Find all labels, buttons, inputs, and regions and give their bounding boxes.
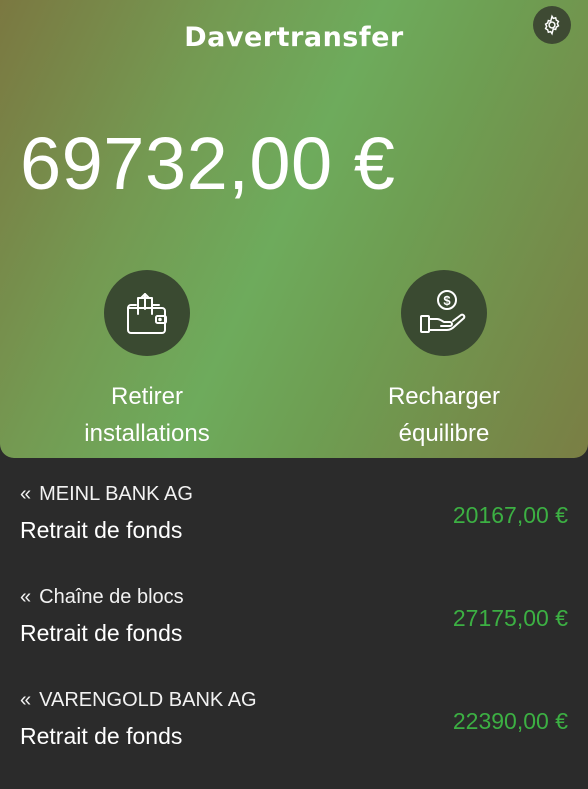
transaction-amount: 20167,00 € (452, 502, 568, 528)
recharge-label-line2: équilibre (398, 420, 490, 447)
withdraw-button[interactable]: Retirer installations (37, 270, 257, 452)
transaction-description: Retrait de fonds (20, 620, 183, 646)
recharge-label-line1: Recharger (387, 383, 501, 410)
transaction-bank-name: VARENGOLD BANK AG (39, 689, 257, 711)
transaction-list: « MEINL BANK AG Retrait de fonds 20167,0… (0, 458, 588, 767)
double-chevron-left-icon: « (20, 689, 32, 711)
svg-text:$: $ (443, 293, 451, 308)
transaction-bank: « MEINL BANK AG (20, 483, 193, 505)
app-screen: Davertransfer 69732,00 € Retirer install… (0, 0, 588, 789)
transaction-bank-name: Chaîne de blocs (39, 586, 184, 608)
transaction-bank: « Chaîne de blocs (20, 586, 184, 608)
transaction-description: Retrait de fonds (20, 517, 183, 543)
recharge-label: Recharger équilibre (334, 378, 554, 452)
withdraw-label-line2: installations (84, 420, 210, 447)
transaction-description: Retrait de fonds (20, 723, 183, 749)
double-chevron-left-icon: « (20, 586, 32, 608)
transaction-bank: « VARENGOLD BANK AG (20, 689, 257, 711)
recharge-button[interactable]: $ Recharger équilibre (334, 270, 554, 452)
transaction-item[interactable]: « VARENGOLD BANK AG Retrait de fonds 223… (0, 664, 588, 767)
settings-button[interactable] (533, 6, 571, 44)
double-chevron-left-icon: « (20, 483, 32, 505)
balance-amount: 69732,00 € (20, 122, 396, 205)
transaction-item[interactable]: « MEINL BANK AG Retrait de fonds 20167,0… (0, 458, 588, 561)
withdraw-label: Retirer installations (37, 378, 257, 452)
hand-coin-icon: $ (420, 290, 466, 333)
transaction-item[interactable]: « Chaîne de blocs Retrait de fonds 27175… (0, 561, 588, 664)
recharge-icon-circle: $ (401, 270, 487, 356)
withdraw-label-line1: Retirer (110, 383, 183, 410)
app-title: Davertransfer (184, 22, 404, 53)
transaction-bank-name: MEINL BANK AG (39, 483, 193, 505)
transaction-amount: 27175,00 € (452, 605, 568, 631)
balance-card: Davertransfer 69732,00 € Retirer install… (0, 0, 588, 458)
wallet-withdraw-icon (127, 293, 167, 334)
gear-icon (544, 14, 560, 36)
transaction-amount: 22390,00 € (452, 708, 568, 734)
withdraw-icon-circle (104, 270, 190, 356)
